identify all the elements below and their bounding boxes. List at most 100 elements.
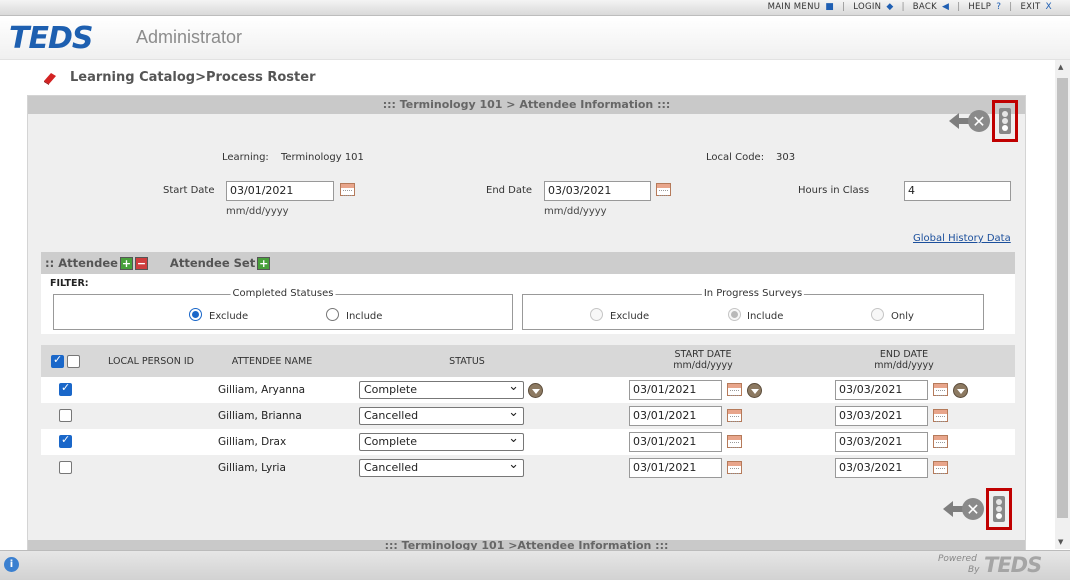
- surveys-exclude-radio[interactable]: [590, 308, 603, 321]
- surveys-only-radio[interactable]: [871, 308, 884, 321]
- signal-light: [1002, 110, 1008, 117]
- scroll-thumb[interactable]: [1057, 78, 1068, 518]
- surveys-only-label: Only: [891, 311, 914, 322]
- dropdown-circle-icon[interactable]: [528, 383, 543, 398]
- menu-separator: |: [901, 2, 905, 12]
- login-link[interactable]: LOGIN ◆: [847, 2, 899, 12]
- powered-label: Powered: [938, 554, 977, 564]
- completed-include-label: Include: [346, 311, 383, 322]
- attendee-name: Gilliam, Aryanna: [218, 384, 306, 396]
- col-end-date: END DATE mm/dd/yyyy: [854, 349, 954, 371]
- attendee-panel: ::: Terminology 101 > Attendee Informati…: [27, 95, 1026, 553]
- back-arrow-icon[interactable]: [948, 111, 970, 131]
- row-checkbox[interactable]: [59, 461, 72, 474]
- cancel-x-icon[interactable]: ✕: [968, 110, 990, 132]
- traffic-light-icon[interactable]: [992, 100, 1018, 142]
- calendar-icon[interactable]: [656, 183, 671, 196]
- status-select[interactable]: Cancelled: [359, 457, 524, 477]
- start-date-input[interactable]: 03/01/2021: [226, 181, 334, 201]
- calendar-icon[interactable]: [340, 183, 355, 196]
- start-date-hint: mm/dd/yyyy: [226, 206, 289, 217]
- teds-logo: TEDS: [9, 21, 93, 56]
- start-date-input[interactable]: 03/01/2021: [629, 380, 722, 400]
- top-actions: ✕: [948, 100, 1018, 142]
- page-title-area: Learning Catalog>Process Roster: [42, 70, 315, 85]
- signal-light: [1002, 117, 1008, 124]
- col-start-date-label: START DATE: [674, 349, 732, 360]
- filter-area: FILTER: Completed Statuses Exclude Inclu…: [41, 274, 1015, 334]
- cancel-x-icon[interactable]: ✕: [962, 498, 984, 520]
- completed-exclude-radio[interactable]: [189, 308, 202, 321]
- status-select[interactable]: Complete: [359, 379, 524, 399]
- calendar-icon[interactable]: [933, 409, 948, 422]
- start-date-input[interactable]: 03/01/2021: [629, 432, 722, 452]
- completed-include-radio[interactable]: [326, 308, 339, 321]
- hours-label: Hours in Class: [798, 185, 870, 196]
- attendee-label: :: Attendee: [45, 256, 118, 270]
- help-link[interactable]: HELP ?: [962, 2, 1007, 12]
- row-checkbox[interactable]: [59, 433, 72, 448]
- calendar-icon[interactable]: [727, 435, 742, 448]
- signal-body: [993, 496, 1005, 522]
- dropdown-circle-icon[interactable]: [747, 383, 762, 398]
- col-end-date-format: mm/dd/yyyy: [874, 360, 934, 371]
- attendee-name: Gilliam, Lyria: [218, 462, 286, 474]
- in-progress-surveys-group: In Progress Surveys Exclude Include Only: [522, 288, 984, 330]
- start-date-input[interactable]: 03/01/2021: [629, 458, 722, 478]
- footer-teds-logo: TEDS: [984, 553, 1042, 577]
- calendar-icon[interactable]: [727, 409, 742, 422]
- calendar-icon[interactable]: [933, 383, 948, 396]
- global-history-link[interactable]: Global History Data: [913, 233, 1011, 244]
- deselect-all-checkbox[interactable]: [67, 355, 80, 368]
- end-date-input[interactable]: 03/03/2021: [835, 458, 928, 478]
- dropdown-circle-icon[interactable]: [953, 383, 968, 398]
- end-date-input[interactable]: 03/03/2021: [835, 380, 928, 400]
- end-date-input[interactable]: 03/03/2021: [835, 406, 928, 426]
- hours-input[interactable]: 4: [904, 181, 1011, 201]
- start-date-input[interactable]: 03/01/2021: [629, 406, 722, 426]
- scroll-up-icon[interactable]: ▲: [1058, 63, 1063, 71]
- row-checkbox[interactable]: [59, 409, 72, 422]
- calendar-icon[interactable]: [727, 461, 742, 474]
- status-select[interactable]: Complete: [359, 431, 524, 451]
- attendee-name: Gilliam, Brianna: [218, 410, 302, 422]
- calendar-icon[interactable]: [727, 383, 742, 396]
- end-date-hint: mm/dd/yyyy: [544, 206, 607, 217]
- main-menu-link[interactable]: MAIN MENU ■: [762, 2, 841, 12]
- end-date-label: End Date: [486, 185, 533, 196]
- end-date-input[interactable]: 03/03/2021: [835, 432, 928, 452]
- add-attendee-set-button[interactable]: +: [257, 256, 271, 270]
- end-date-input[interactable]: 03/03/2021: [544, 181, 651, 201]
- learning-value: Terminology 101: [281, 152, 364, 163]
- main-menu-label: MAIN MENU: [767, 2, 821, 12]
- info-icon[interactable]: i: [4, 557, 19, 572]
- back-arrow-icon[interactable]: [942, 499, 964, 519]
- back-label: BACK: [912, 2, 937, 12]
- status-select[interactable]: Cancelled: [359, 405, 524, 425]
- panel-title: ::: Terminology 101 > Attendee Informati…: [28, 96, 1025, 114]
- start-date-label: Start Date: [163, 185, 215, 196]
- calendar-icon[interactable]: [933, 435, 948, 448]
- select-all-checkbox[interactable]: [51, 353, 64, 368]
- col-end-date-label: END DATE: [879, 349, 929, 360]
- surveys-include-label: Include: [747, 311, 784, 322]
- vertical-scrollbar[interactable]: ▲ ▼: [1055, 60, 1070, 549]
- square-icon: ■: [825, 2, 835, 12]
- signal-light: [996, 498, 1002, 505]
- calendar-icon[interactable]: [933, 461, 948, 474]
- col-status: STATUS: [449, 356, 485, 367]
- add-attendee-button[interactable]: +: [119, 256, 133, 270]
- bottom-actions: ✕: [942, 488, 1012, 530]
- back-link[interactable]: BACK ◀: [907, 2, 955, 12]
- exit-link[interactable]: EXIT X: [1014, 2, 1058, 12]
- scroll-down-icon[interactable]: ▼: [1058, 538, 1063, 546]
- signal-light: [996, 505, 1002, 512]
- menu-separator: |: [957, 2, 961, 12]
- remove-attendee-button[interactable]: −: [134, 256, 148, 270]
- learning-label: Learning:: [222, 152, 269, 163]
- traffic-light-icon[interactable]: [986, 488, 1012, 530]
- filter-label: FILTER:: [50, 278, 89, 289]
- surveys-include-radio[interactable]: [728, 308, 741, 321]
- row-checkbox[interactable]: [59, 381, 72, 396]
- menu-separator: |: [842, 2, 846, 12]
